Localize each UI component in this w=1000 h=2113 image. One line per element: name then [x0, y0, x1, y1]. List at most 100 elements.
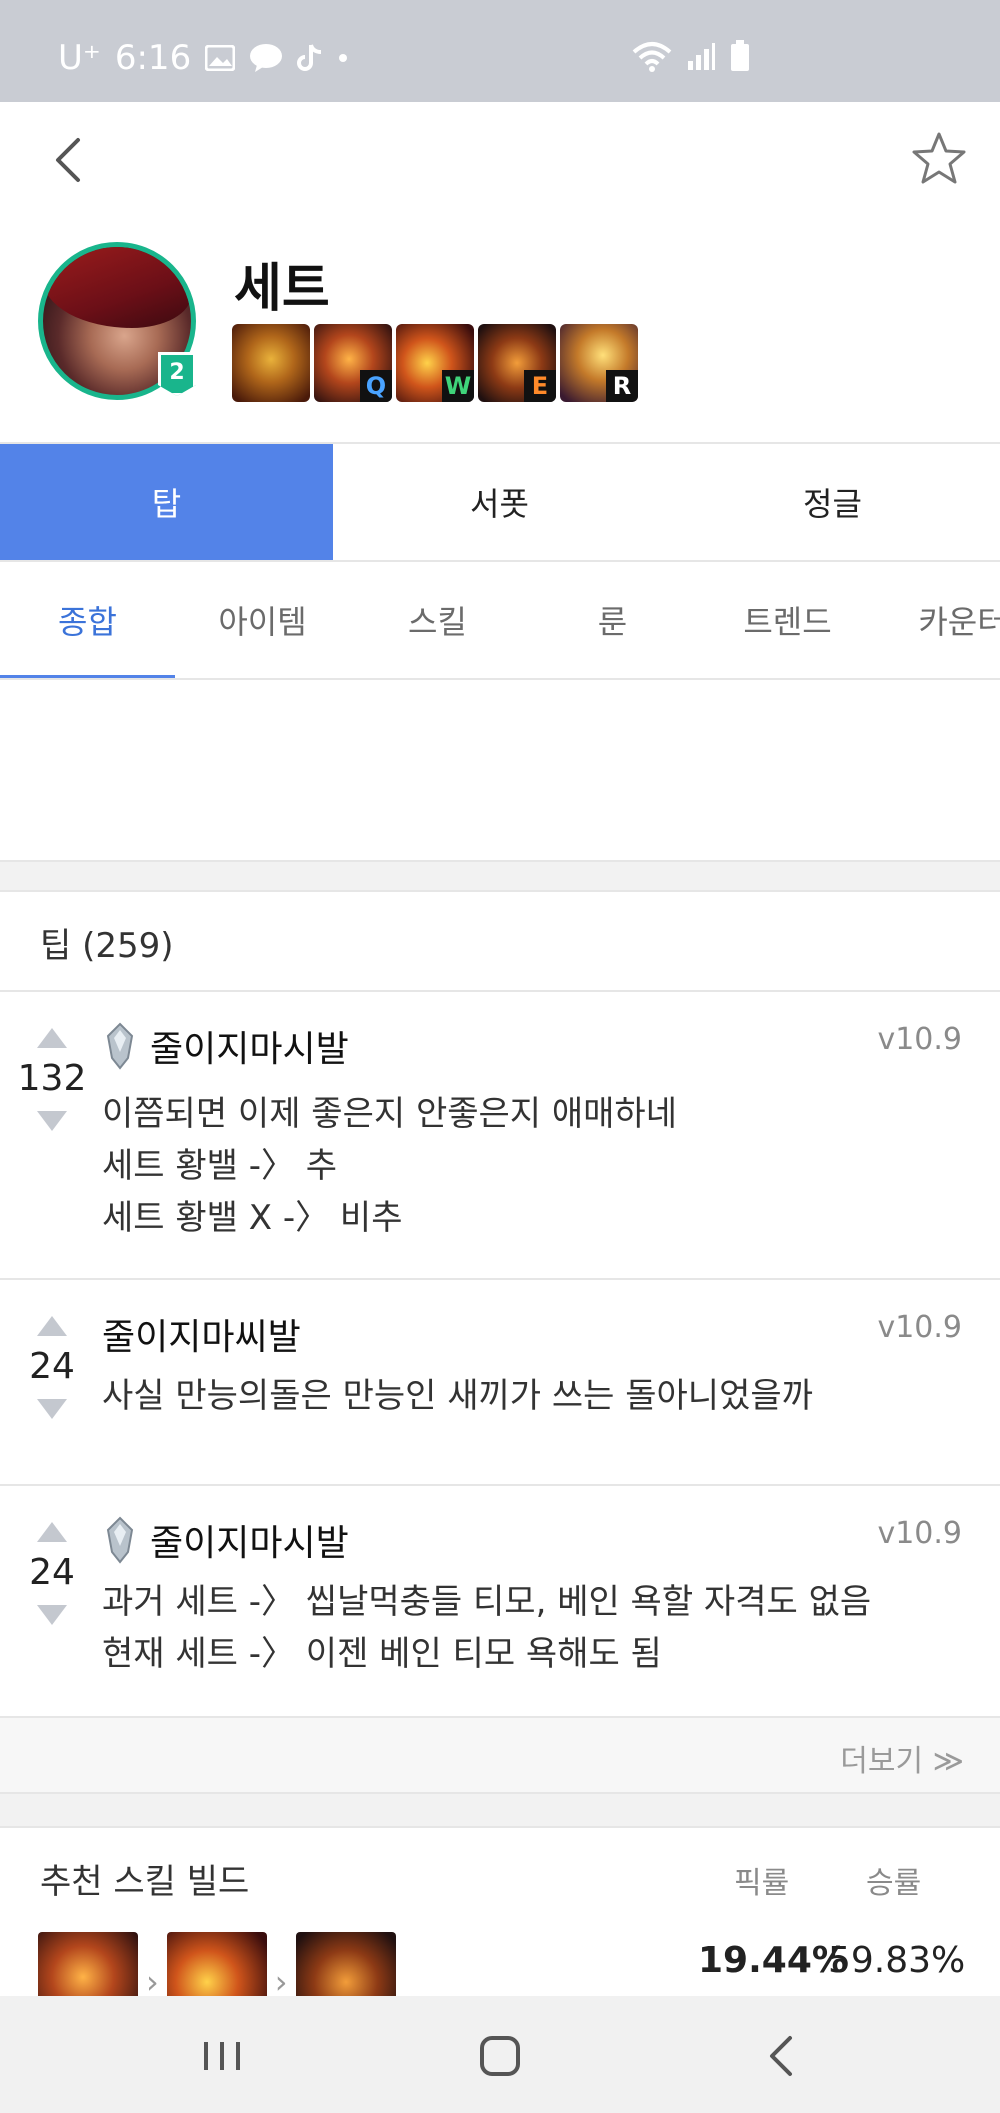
home-icon — [480, 2036, 520, 2076]
tip-author: 줄이지마시발 — [102, 1020, 349, 1072]
more-bar: 더보기 ≫ — [0, 1718, 1000, 1794]
w-skill-icon[interactable]: W — [396, 324, 474, 402]
section-tabs: 종합 아이템 스킬 룬 트렌드 카운터 — [0, 562, 1000, 680]
rank-badge: 2 — [158, 352, 196, 396]
skill-order: › › — [38, 1932, 396, 1996]
status-left: U⁺ 6:16 — [58, 38, 349, 78]
tip-author-name: 줄이지마시발 — [150, 1029, 349, 1070]
e-skill-icon — [295, 1932, 396, 1996]
favorite-button[interactable] — [908, 128, 970, 190]
tip-body: 과거 세트 -〉 씹날먹충들 티모, 베인 욕할 자격도 없음 현재 세트 -〉… — [102, 1576, 871, 1680]
tab-items[interactable]: 아이템 — [175, 562, 350, 678]
tip-item: 24 줄이지마씨발 v10.9 사실 만능의돌은 만능인 새끼가 쓰는 돌아니었… — [0, 1280, 1000, 1486]
wifi-icon — [632, 42, 672, 72]
back-nav-button[interactable] — [750, 2024, 814, 2088]
section-divider — [0, 860, 1000, 892]
tab-support[interactable]: 서폿 — [333, 444, 666, 560]
talk-icon — [250, 44, 283, 72]
champion-name: 세트 — [234, 259, 330, 319]
tab-trends[interactable]: 트렌드 — [700, 562, 875, 678]
vote-control: 132 — [14, 1028, 90, 1131]
r-key-label: R — [606, 370, 638, 402]
w-key-label: W — [442, 370, 474, 402]
vote-control: 24 — [14, 1316, 90, 1419]
upvote-icon[interactable] — [37, 1316, 67, 1336]
pick-rate-header: 픽률 — [734, 1866, 790, 1901]
vote-count: 132 — [17, 1058, 87, 1099]
back-icon — [770, 2036, 792, 2076]
carrier-label: U⁺ — [58, 38, 101, 78]
tip-author: 줄이지마씨발 — [102, 1308, 301, 1360]
vote-count: 24 — [29, 1346, 75, 1387]
tip-line: 이쯤되면 이제 좋은지 안좋은지 애매하네 — [102, 1094, 677, 1134]
clock: 6:16 — [114, 38, 192, 78]
win-rate-value: 59.83% — [828, 1940, 966, 1981]
tiktok-icon — [297, 44, 322, 71]
tab-counters[interactable]: 카운터 — [875, 562, 1000, 678]
section-divider — [0, 1794, 1000, 1828]
pick-rate-value: 19.44% — [698, 1940, 848, 1981]
tip-version: v10.9 — [877, 1516, 962, 1551]
home-button[interactable] — [468, 2024, 532, 2088]
tab-jungle[interactable]: 정글 — [666, 444, 999, 560]
tip-item: 132 줄이지마시발 v10.9 이쯤되면 이제 좋은지 안좋은지 애매하네 세… — [0, 992, 1000, 1280]
tier-emblem-icon — [106, 1516, 134, 1564]
status-bar: U⁺ 6:16 — [0, 0, 1000, 102]
tip-body: 이쯤되면 이제 좋은지 안좋은지 애매하네 세트 황밸 -〉 추 세트 황밸 X… — [102, 1088, 677, 1244]
tips-title: 팁 (259) — [40, 926, 174, 966]
battery-icon — [731, 40, 749, 71]
recent-apps-button[interactable] — [190, 2024, 254, 2088]
role-tabs: 탑 서폿 정글 — [0, 442, 1000, 562]
chevron-left-icon — [56, 138, 80, 182]
q-skill-icon — [38, 1932, 138, 1996]
status-right — [632, 40, 750, 72]
q-key-label: Q — [360, 370, 392, 402]
star-icon — [912, 132, 966, 184]
tip-author-name: 줄이지마씨발 — [102, 1317, 301, 1358]
vote-count: 24 — [29, 1552, 75, 1593]
tab-overview[interactable]: 종합 — [0, 562, 175, 678]
tab-top[interactable]: 탑 — [0, 444, 333, 560]
tab-runes[interactable]: 룬 — [525, 562, 700, 678]
downvote-icon[interactable] — [37, 1111, 67, 1131]
tip-author-name: 줄이지마시발 — [150, 1523, 349, 1564]
tab-skills[interactable]: 스킬 — [350, 562, 525, 678]
r-skill-icon[interactable]: R — [560, 324, 638, 402]
signal-icon — [688, 43, 715, 70]
tip-line: 세트 황밸 X -〉 비추 — [102, 1198, 403, 1238]
champion-header: 2 세트 Q W E R — [0, 220, 1000, 442]
back-button[interactable] — [40, 130, 100, 190]
more-button[interactable]: 더보기 ≫ — [840, 1736, 964, 1780]
dot-icon — [339, 54, 348, 62]
system-nav-bar — [0, 1996, 1000, 2113]
upvote-icon[interactable] — [37, 1028, 67, 1048]
vote-control: 24 — [14, 1522, 90, 1625]
tip-version: v10.9 — [877, 1022, 962, 1057]
chevron-right-icon: › — [146, 1963, 159, 1996]
downvote-icon[interactable] — [37, 1399, 67, 1419]
w-skill-icon — [166, 1932, 267, 1996]
e-key-label: E — [524, 370, 556, 402]
q-skill-icon[interactable]: Q — [314, 324, 392, 402]
tip-line: 현재 세트 -〉 이젠 베인 티모 욕해도 됨 — [102, 1634, 662, 1674]
chevron-right-icon: › — [274, 1963, 288, 1996]
tip-version: v10.9 — [877, 1310, 962, 1345]
app-header — [0, 102, 1000, 220]
gallery-icon — [205, 45, 236, 71]
passive-skill-icon[interactable] — [232, 324, 310, 402]
recent-apps-icon — [204, 2042, 240, 2070]
tip-line: 사실 만능의돌은 만능인 새끼가 쓰는 돌아니었을까 — [102, 1376, 813, 1416]
tip-line: 과거 세트 -〉 씹날먹충들 티모, 베인 욕할 자격도 없음 — [102, 1582, 872, 1622]
tier-emblem-icon — [106, 1022, 134, 1070]
skill-build-title: 추천 스킬 빌드 — [40, 1862, 250, 1902]
skill-icons: Q W E R — [232, 324, 638, 402]
e-skill-icon[interactable]: E — [478, 324, 556, 402]
tips-header: 팁 (259) — [0, 892, 1000, 992]
tip-author: 줄이지마시발 — [102, 1514, 349, 1566]
tip-line: 세트 황밸 -〉 추 — [102, 1146, 338, 1186]
downvote-icon[interactable] — [37, 1605, 67, 1625]
skill-build-section: 추천 스킬 빌드 픽률 승률 › › 19.44% 59.83% — [0, 1828, 1000, 1996]
win-rate-header: 승률 — [866, 1866, 922, 1901]
upvote-icon[interactable] — [37, 1522, 67, 1542]
tip-body: 사실 만능의돌은 만능인 새끼가 쓰는 돌아니었을까 — [102, 1370, 813, 1422]
